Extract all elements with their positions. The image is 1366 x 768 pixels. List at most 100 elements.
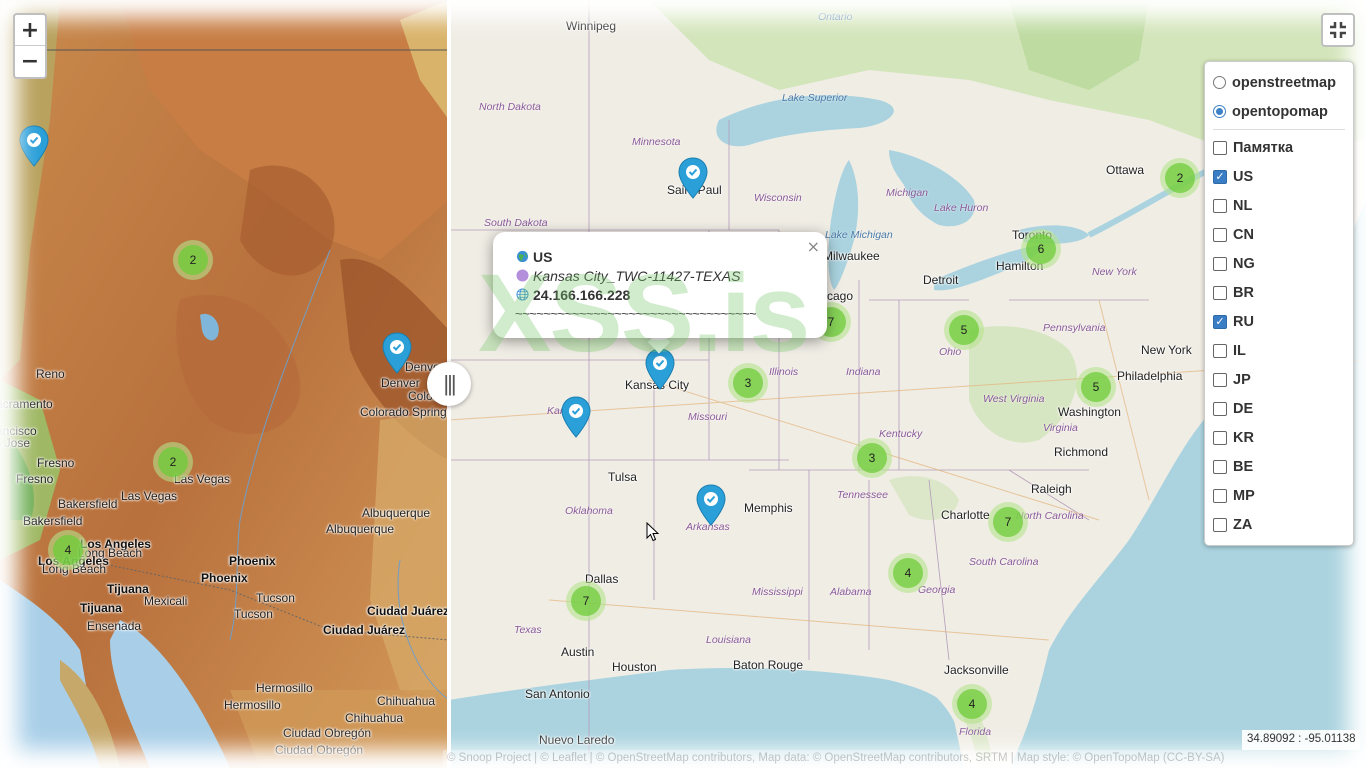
checkbox[interactable] — [1213, 517, 1227, 532]
checkbox[interactable] — [1213, 285, 1227, 300]
purple-circle-icon — [515, 269, 529, 282]
cluster-count: 4 — [957, 689, 987, 719]
popup-close-button[interactable]: × — [807, 237, 820, 256]
marker-cluster[interactable]: 6 — [1021, 229, 1061, 269]
mouse-cursor-icon — [646, 522, 660, 542]
overlay-option[interactable]: JP — [1213, 365, 1345, 394]
marker-cluster[interactable]: 4 — [952, 684, 992, 724]
overlay-label: Памятка — [1233, 139, 1294, 156]
zoom-out-button[interactable]: − — [15, 46, 45, 77]
mouse-coordinates: 34.89092 : -95.01138 — [1242, 730, 1360, 750]
checkbox[interactable] — [1213, 430, 1227, 445]
overlay-option[interactable]: DE — [1213, 394, 1345, 423]
compare-divider-handle[interactable]: ||| — [427, 362, 471, 406]
basemap-option-opentopomap[interactable]: opentopomap — [1213, 97, 1345, 126]
overlay-option[interactable]: US — [1213, 162, 1345, 191]
marker-cluster[interactable]: 2 — [153, 442, 193, 482]
marker-cluster[interactable]: 5 — [944, 310, 984, 350]
checkbox[interactable] — [1213, 140, 1227, 155]
marker-cluster[interactable]: 4 — [48, 530, 88, 570]
marker-cluster[interactable]: 3 — [852, 438, 892, 478]
cluster-count: 7 — [571, 586, 601, 616]
map-pin-icon[interactable] — [677, 156, 709, 200]
overlay-label: RU — [1233, 313, 1254, 330]
cluster-count: 3 — [733, 368, 763, 398]
marker-cluster[interactable]: 7 — [988, 502, 1028, 542]
checkbox[interactable] — [1213, 401, 1227, 416]
cluster-count: 2 — [1165, 163, 1195, 193]
marker-cluster[interactable]: 7 — [566, 581, 606, 621]
cluster-count: 5 — [949, 315, 979, 345]
map-viewport[interactable]: Reno Sacramento San Francisco San Jose F… — [0, 0, 1366, 768]
overlay-label: IL — [1233, 342, 1246, 359]
checkbox[interactable] — [1213, 343, 1227, 358]
overlay-label: BE — [1233, 458, 1254, 475]
popup-country: US — [533, 248, 553, 265]
radio-button[interactable] — [1213, 105, 1226, 118]
popup-separator-line: ~~~~~~~~~~~~~~~~~~~~~~~~~~~~~~~~~~ — [515, 306, 757, 321]
overlay-option[interactable]: KR — [1213, 423, 1345, 452]
globe-icon — [515, 250, 529, 263]
overlay-option[interactable]: Памятка — [1213, 133, 1345, 162]
checkbox[interactable] — [1213, 372, 1227, 387]
overlay-option[interactable]: IL — [1213, 336, 1345, 365]
layers-control: openstreetmap opentopomap Памятка US NL … — [1204, 61, 1354, 546]
checkbox[interactable] — [1213, 198, 1227, 213]
web-globe-icon — [515, 288, 529, 301]
marker-popup: × US Kansas City_TWC-11427-TEXAS 24.166.… — [493, 232, 827, 338]
overlay-label: MP — [1233, 487, 1255, 504]
checkbox[interactable] — [1213, 314, 1227, 329]
terrain-basemap — [0, 0, 449, 768]
overlay-option[interactable]: MP — [1213, 481, 1345, 510]
checkbox[interactable] — [1213, 169, 1227, 184]
overlay-option[interactable]: ZA — [1213, 510, 1345, 539]
layers-separator — [1213, 129, 1345, 130]
popup-name: Kansas City_TWC-11427-TEXAS — [533, 267, 741, 284]
overlay-option[interactable]: RU — [1213, 307, 1345, 336]
overlay-option[interactable]: BE — [1213, 452, 1345, 481]
overlay-label: NL — [1233, 197, 1253, 214]
overlay-label: US — [1233, 168, 1254, 185]
radio-button[interactable] — [1213, 76, 1226, 89]
checkbox[interactable] — [1213, 256, 1227, 271]
exit-fullscreen-icon — [1330, 22, 1346, 38]
marker-cluster[interactable]: 4 — [888, 553, 928, 593]
cluster-count: 2 — [178, 245, 208, 275]
left-map-pane[interactable]: Reno Sacramento San Francisco San Jose F… — [0, 0, 449, 768]
popup-ip: 24.166.166.228 — [533, 286, 631, 303]
map-pin-icon[interactable] — [18, 124, 50, 168]
map-attribution: © Snoop Project | © Leaflet | © OpenStre… — [443, 750, 1366, 768]
cluster-count: 6 — [1026, 234, 1056, 264]
overlay-option[interactable]: BR — [1213, 278, 1345, 307]
cluster-count: 7 — [993, 507, 1023, 537]
checkbox[interactable] — [1213, 459, 1227, 474]
map-pin-icon[interactable] — [381, 331, 413, 375]
basemap-label: openstreetmap — [1232, 74, 1336, 91]
exit-fullscreen-button[interactable] — [1321, 13, 1355, 47]
marker-cluster[interactable]: 3 — [728, 363, 768, 403]
basemap-label: opentopomap — [1232, 103, 1328, 120]
zoom-in-button[interactable]: + — [15, 15, 45, 46]
marker-cluster[interactable]: 2 — [173, 240, 213, 280]
overlay-option[interactable]: NL — [1213, 191, 1345, 220]
overlay-option[interactable]: NG — [1213, 249, 1345, 278]
map-pin-icon[interactable] — [644, 347, 676, 391]
marker-cluster[interactable]: 5 — [1076, 367, 1116, 407]
cluster-count: 5 — [1081, 372, 1111, 402]
marker-cluster[interactable]: 2 — [1160, 158, 1200, 198]
cluster-count: 4 — [893, 558, 923, 588]
basemap-option-openstreetmap[interactable]: openstreetmap — [1213, 68, 1345, 97]
overlay-label: DE — [1233, 400, 1254, 417]
overlay-label: BR — [1233, 284, 1254, 301]
checkbox[interactable] — [1213, 227, 1227, 242]
overlay-label: ZA — [1233, 516, 1253, 533]
overlay-label: NG — [1233, 255, 1255, 272]
cluster-count: 3 — [857, 443, 887, 473]
checkbox[interactable] — [1213, 488, 1227, 503]
map-pin-icon[interactable] — [695, 483, 727, 527]
overlay-label: CN — [1233, 226, 1254, 243]
cluster-count: 4 — [53, 535, 83, 565]
map-pin-icon[interactable] — [560, 395, 592, 439]
overlay-option[interactable]: CN — [1213, 220, 1345, 249]
overlay-label: KR — [1233, 429, 1254, 446]
